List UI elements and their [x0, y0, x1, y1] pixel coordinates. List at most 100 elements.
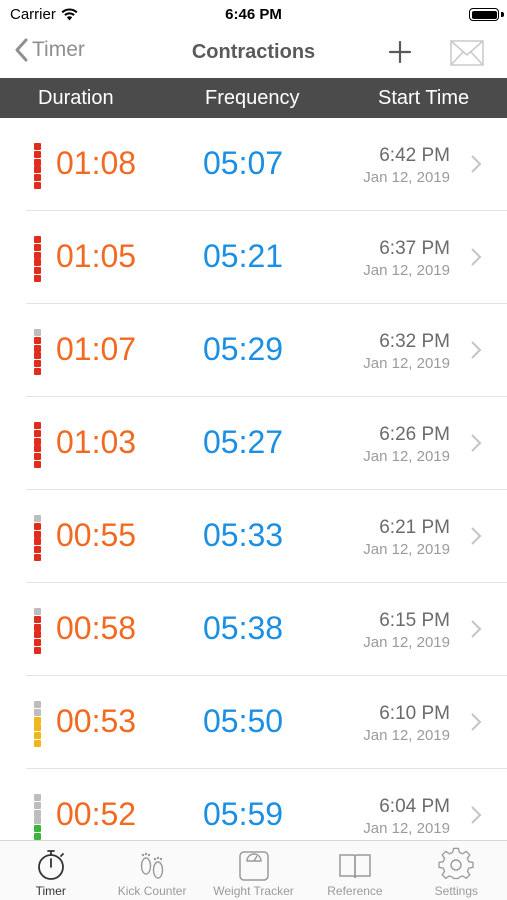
battery-icon	[469, 8, 499, 21]
intensity-segment	[34, 538, 41, 546]
intensity-segment	[34, 236, 41, 243]
intensity-segment	[34, 817, 41, 825]
tab-bar: Timer Kick Counter Weight Tracker Refere…	[0, 840, 507, 900]
intensity-segment	[34, 615, 41, 623]
intensity-segment	[34, 708, 41, 716]
frequency-value: 05:29	[203, 331, 284, 367]
intensity-segment	[34, 143, 41, 150]
start-time-value: 6:04 PM	[379, 796, 450, 817]
contraction-row[interactable]: 01:05 05:21 6:37 PM Jan 12, 2019	[0, 211, 507, 304]
intensity-meter	[34, 236, 42, 282]
frequency-value: 05:59	[203, 796, 284, 832]
intensity-segment	[34, 166, 41, 174]
intensity-segment	[34, 344, 41, 352]
intensity-segment	[34, 150, 41, 158]
duration-value: 00:58	[56, 610, 137, 646]
duration-value: 00:53	[56, 703, 137, 739]
book-icon	[339, 854, 371, 879]
start-time-value: 6:21 PM	[379, 517, 450, 538]
intensity-segment	[34, 646, 41, 654]
frequency-value: 05:38	[203, 610, 284, 646]
contraction-row[interactable]: 00:53 05:50 6:10 PM Jan 12, 2019	[0, 676, 507, 769]
frequency-value: 05:33	[203, 517, 284, 553]
start-time-value: 6:32 PM	[379, 331, 450, 352]
start-date-value: Jan 12, 2019	[363, 355, 450, 372]
gear-icon	[438, 847, 474, 880]
intensity-segment	[34, 174, 41, 182]
tab-label: Reference	[327, 884, 383, 898]
start-time-value: 6:26 PM	[379, 424, 450, 445]
intensity-segment	[34, 181, 41, 189]
start-time-value: 6:10 PM	[379, 703, 450, 724]
start-date-value: Jan 12, 2019	[363, 169, 450, 186]
intensity-meter	[34, 515, 42, 561]
chevron-right-icon	[471, 713, 482, 731]
intensity-segment	[34, 553, 41, 561]
intensity-segment	[34, 329, 41, 336]
intensity-segment	[34, 739, 41, 747]
intensity-segment	[34, 801, 41, 809]
status-time: 6:46 PM	[225, 6, 282, 23]
contraction-row[interactable]: 00:55 05:33 6:21 PM Jan 12, 2019	[0, 490, 507, 583]
intensity-segment	[34, 251, 41, 259]
intensity-segment	[34, 732, 41, 740]
envelope-icon[interactable]	[450, 40, 484, 66]
intensity-segment	[34, 336, 41, 344]
intensity-segment	[34, 701, 41, 708]
intensity-meter	[34, 422, 42, 468]
intensity-segment	[34, 367, 41, 375]
tab-label: Timer	[35, 884, 66, 898]
tab-weight-tracker[interactable]: Weight Tracker	[203, 841, 304, 900]
start-date-value: Jan 12, 2019	[363, 262, 450, 279]
intensity-meter	[34, 329, 42, 375]
frequency-value: 05:27	[203, 424, 284, 460]
duration-value: 01:05	[56, 238, 137, 274]
chevron-right-icon	[471, 806, 482, 824]
frequency-value: 05:07	[203, 145, 284, 181]
intensity-segment	[34, 243, 41, 251]
start-date-value: Jan 12, 2019	[363, 448, 450, 465]
column-header: Duration Frequency Start Time	[0, 78, 507, 118]
intensity-meter	[34, 794, 42, 840]
tab-kick-counter[interactable]: Kick Counter	[101, 841, 202, 900]
start-time-value: 6:42 PM	[379, 145, 450, 166]
tab-label: Kick Counter	[117, 884, 187, 898]
back-button[interactable]: Timer	[14, 38, 85, 62]
plus-icon[interactable]	[384, 36, 416, 68]
intensity-segment	[34, 445, 41, 453]
intensity-meter	[34, 608, 42, 654]
chevron-right-icon	[471, 341, 482, 359]
tab-label: Weight Tracker	[213, 884, 294, 898]
duration-value: 01:03	[56, 424, 137, 460]
intensity-segment	[34, 429, 41, 437]
tab-label: Settings	[434, 884, 478, 898]
duration-column-header: Duration	[38, 87, 114, 109]
intensity-segment	[34, 522, 41, 530]
frequency-value: 05:50	[203, 703, 284, 739]
contraction-row[interactable]: 01:03 05:27 6:26 PM Jan 12, 2019	[0, 397, 507, 490]
duration-value: 01:08	[56, 145, 137, 181]
start-date-value: Jan 12, 2019	[363, 727, 450, 744]
chevron-right-icon	[471, 248, 482, 266]
intensity-segment	[34, 352, 41, 360]
start-date-value: Jan 12, 2019	[363, 541, 450, 558]
chevron-right-icon	[471, 620, 482, 638]
contraction-row[interactable]: 01:07 05:29 6:32 PM Jan 12, 2019	[0, 304, 507, 397]
intensity-segment	[34, 623, 41, 631]
contraction-row[interactable]: 01:08 05:07 6:42 PM Jan 12, 2019	[0, 118, 507, 211]
frequency-column-header: Frequency	[205, 87, 300, 109]
chevron-right-icon	[471, 434, 482, 452]
duration-value: 00:52	[56, 796, 137, 832]
intensity-segment	[34, 794, 41, 801]
tab-reference[interactable]: Reference	[304, 841, 405, 900]
battery-tip	[501, 12, 504, 17]
intensity-segment	[34, 530, 41, 538]
frequency-value: 05:21	[203, 238, 284, 274]
intensity-segment	[34, 360, 41, 368]
contraction-row[interactable]: 00:58 05:38 6:15 PM Jan 12, 2019	[0, 583, 507, 676]
intensity-segment	[34, 437, 41, 445]
intensity-segment	[34, 158, 41, 166]
tab-settings[interactable]: Settings	[406, 841, 507, 900]
contraction-row[interactable]: 00:52 05:59 6:04 PM Jan 12, 2019	[0, 769, 507, 840]
tab-timer[interactable]: Timer	[0, 841, 101, 900]
